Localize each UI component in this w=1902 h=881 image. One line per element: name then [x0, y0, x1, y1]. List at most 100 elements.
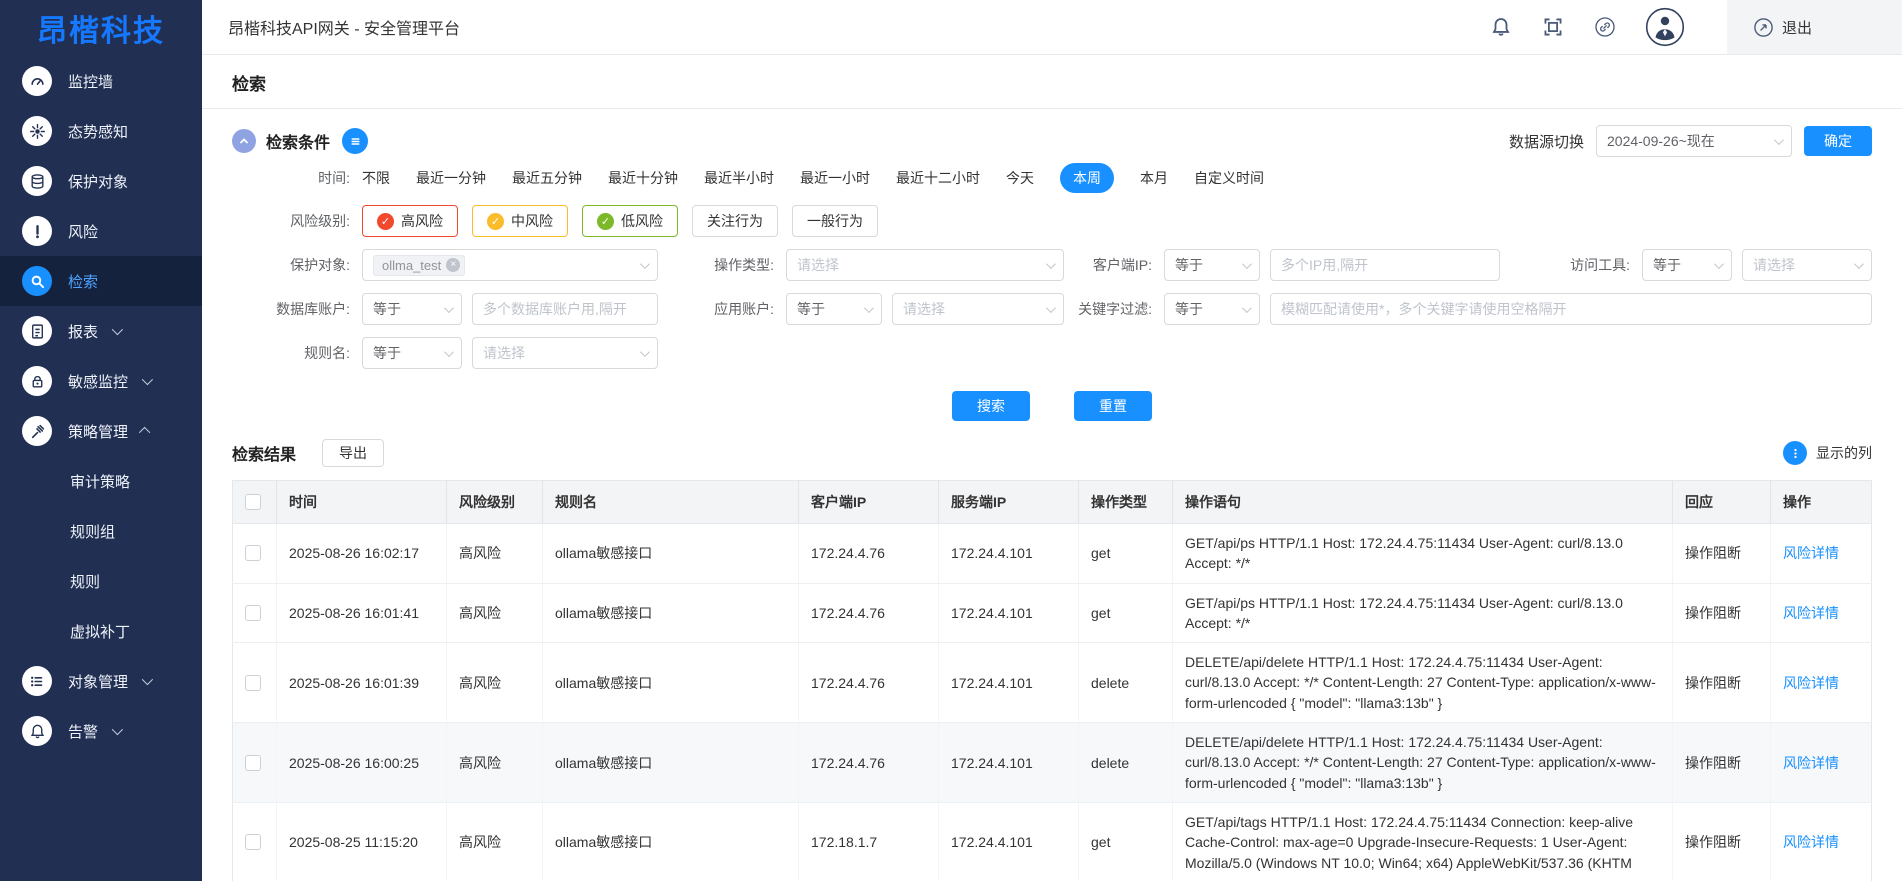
- row-checkbox[interactable]: [245, 545, 261, 561]
- time-option[interactable]: 最近十分钟: [608, 168, 678, 188]
- risk-detail-link[interactable]: 风险详情: [1783, 834, 1839, 850]
- sidebar-item-search[interactable]: 检索: [0, 256, 202, 306]
- risk-detail-link[interactable]: 风险详情: [1783, 605, 1839, 621]
- cell-server-ip: 172.24.4.101: [939, 583, 1079, 643]
- fullscreen-icon[interactable]: [1541, 15, 1565, 39]
- cell-response: 操作阻断: [1673, 524, 1771, 584]
- export-button[interactable]: 导出: [322, 439, 384, 467]
- time-option[interactable]: 最近十二小时: [896, 168, 980, 188]
- cell-rule-name: ollama敏感接口: [543, 802, 799, 881]
- search-button[interactable]: 搜索: [952, 391, 1030, 421]
- row-checkbox[interactable]: [245, 834, 261, 850]
- access-tool-operator-select[interactable]: 等于: [1642, 249, 1732, 281]
- operation-type-label: 操作类型:: [658, 255, 786, 275]
- time-option[interactable]: 不限: [362, 168, 390, 188]
- time-option[interactable]: 本周: [1060, 163, 1114, 193]
- collapse-panel-button[interactable]: [232, 129, 256, 153]
- cell-time: 2025-08-25 11:15:20: [277, 802, 447, 881]
- column-header: 操作语句: [1173, 481, 1673, 524]
- rule-name-label: 规则名:: [232, 343, 362, 363]
- top-header: 昂楷科技API网关 - 安全管理平台: [202, 0, 1902, 55]
- chevron-down-icon: [142, 374, 153, 385]
- logout-button[interactable]: 退出: [1727, 0, 1902, 54]
- client-ip-operator-select[interactable]: 等于: [1164, 249, 1260, 281]
- cell-time: 2025-08-26 16:02:17: [277, 524, 447, 584]
- condition-menu-icon[interactable]: [342, 128, 368, 154]
- risk-filter-button[interactable]: 关注行为: [692, 205, 778, 237]
- table-row: 2025-08-26 16:00:25高风险ollama敏感接口172.24.4…: [233, 723, 1872, 803]
- notification-bell-icon[interactable]: [1489, 15, 1513, 39]
- sidebar-item-label: 风险: [68, 221, 98, 242]
- tag-close-icon[interactable]: ×: [446, 258, 460, 272]
- row-checkbox[interactable]: [245, 605, 261, 621]
- protected-object-label: 保护对象:: [232, 255, 362, 275]
- db-account-operator-select[interactable]: 等于: [362, 293, 462, 325]
- risk-filter-button[interactable]: 一般行为: [792, 205, 878, 237]
- app-account-select[interactable]: 请选择: [892, 293, 1064, 325]
- select-all-checkbox[interactable]: [245, 494, 261, 510]
- db-account-input[interactable]: [472, 293, 658, 325]
- cell-client-ip: 172.24.4.76: [799, 524, 939, 584]
- sidebar-item-object-mgmt[interactable]: 对象管理: [0, 656, 202, 706]
- datasource-confirm-button[interactable]: 确定: [1804, 126, 1872, 156]
- operation-type-select[interactable]: 请选择: [786, 249, 1064, 281]
- protected-object-select[interactable]: ollma_test ×: [362, 249, 658, 281]
- keyword-operator-select[interactable]: 等于: [1164, 293, 1260, 325]
- sidebar-item-sensitive-monitor[interactable]: 敏感监控: [0, 356, 202, 406]
- user-avatar[interactable]: [1645, 7, 1685, 47]
- risk-detail-link[interactable]: 风险详情: [1783, 545, 1839, 561]
- sidebar-item-reports[interactable]: 报表: [0, 306, 202, 356]
- sidebar-item-situation-awareness[interactable]: 态势感知: [0, 106, 202, 156]
- column-header: 规则名: [543, 481, 799, 524]
- sidebar-subitem-virtual-patch[interactable]: 虚拟补丁: [0, 606, 202, 656]
- row-checkbox[interactable]: [245, 755, 261, 771]
- risk-filter-label: 高风险: [401, 211, 443, 231]
- risk-level-buttons: ✓高风险 ✓中风险 ✓低风险 关注行为 一般行为: [362, 205, 878, 237]
- time-option[interactable]: 今天: [1006, 168, 1034, 188]
- time-option[interactable]: 最近一分钟: [416, 168, 486, 188]
- time-option[interactable]: 最近五分钟: [512, 168, 582, 188]
- sidebar-item-monitor-wall[interactable]: 监控墙: [0, 56, 202, 106]
- rule-name-select[interactable]: 请选择: [472, 337, 658, 369]
- row-checkbox[interactable]: [245, 675, 261, 691]
- chevron-down-icon: [1242, 303, 1252, 313]
- chevron-down-icon: [1854, 259, 1864, 269]
- time-option[interactable]: 最近半小时: [704, 168, 774, 188]
- risk-detail-link[interactable]: 风险详情: [1783, 755, 1839, 771]
- show-columns-button[interactable]: 显示的列: [1783, 441, 1872, 465]
- sidebar-subitem-rule-group[interactable]: 规则组: [0, 506, 202, 556]
- sidebar-subitem-audit-policy[interactable]: 审计策略: [0, 456, 202, 506]
- time-label: 时间:: [232, 168, 362, 188]
- cell-time: 2025-08-26 16:01:41: [277, 583, 447, 643]
- sidebar-subitem-rule[interactable]: 规则: [0, 556, 202, 606]
- time-option[interactable]: 本月: [1140, 168, 1168, 188]
- sidebar-item-risk[interactable]: 风险: [0, 206, 202, 256]
- risk-filter-button[interactable]: ✓低风险: [582, 205, 678, 237]
- risk-filter-label: 一般行为: [807, 211, 863, 231]
- time-option[interactable]: 自定义时间: [1194, 168, 1264, 188]
- rule-name-operator-select[interactable]: 等于: [362, 337, 462, 369]
- sidebar-item-alert[interactable]: 告警: [0, 706, 202, 756]
- datasource-value: 2024-09-26~现在: [1607, 131, 1768, 151]
- app-title: 昂楷科技API网关 - 安全管理平台: [228, 15, 460, 39]
- risk-detail-link[interactable]: 风险详情: [1783, 675, 1839, 691]
- risk-filter-label: 关注行为: [707, 211, 763, 231]
- datasource-select[interactable]: 2024-09-26~现在: [1596, 125, 1792, 157]
- link-icon[interactable]: [1593, 15, 1617, 39]
- sidebar-item-protected-objects[interactable]: 保护对象: [0, 156, 202, 206]
- reset-button[interactable]: 重置: [1074, 391, 1152, 421]
- client-ip-input[interactable]: [1270, 249, 1500, 281]
- risk-filter-button[interactable]: ✓中风险: [472, 205, 568, 237]
- db-account-label: 数据库账户:: [232, 299, 362, 319]
- sidebar-menu: 监控墙态势感知保护对象风险检索报表敏感监控策略管理审计策略规则组规则虚拟补丁对象…: [0, 56, 202, 756]
- access-tool-select[interactable]: 请选择: [1742, 249, 1872, 281]
- table-row: 2025-08-25 11:15:20高风险ollama敏感接口172.18.1…: [233, 802, 1872, 881]
- keyword-filter-input[interactable]: [1270, 293, 1872, 325]
- gavel-icon: [22, 416, 52, 446]
- app-account-operator-select[interactable]: 等于: [786, 293, 882, 325]
- sidebar-item-label: 监控墙: [68, 71, 113, 92]
- column-header: 服务端IP: [939, 481, 1079, 524]
- sidebar-item-policy-mgmt[interactable]: 策略管理: [0, 406, 202, 456]
- time-option[interactable]: 最近一小时: [800, 168, 870, 188]
- risk-filter-button[interactable]: ✓高风险: [362, 205, 458, 237]
